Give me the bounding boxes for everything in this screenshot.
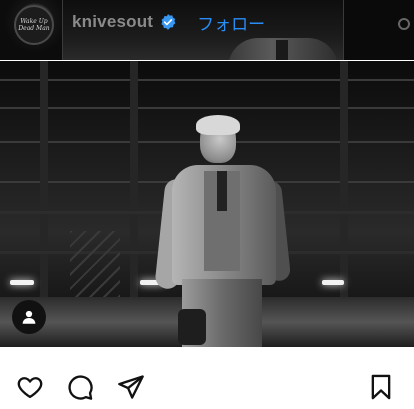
heart-icon: [17, 377, 43, 399]
thumbnail-figure-tie: [276, 40, 288, 60]
next-post-thumbnail[interactable]: [344, 0, 414, 60]
circle-icon: [398, 18, 410, 30]
account-row: knivesout フォロー: [72, 10, 265, 35]
account-avatar[interactable]: Wake Up Dead Man: [14, 5, 54, 45]
like-button[interactable]: [15, 372, 45, 402]
stage-light: [10, 280, 34, 285]
post-image[interactable]: [0, 61, 414, 347]
verified-badge-icon: [159, 13, 177, 31]
share-button[interactable]: [116, 372, 146, 402]
previous-post-thumbnail[interactable]: Wake Up Dead Man: [0, 0, 62, 60]
paper-plane-icon: [118, 375, 144, 399]
standing-man-figure: [154, 115, 292, 347]
bookmark-icon: [371, 374, 391, 400]
post-header-strip: Wake Up Dead Man knivesout フォロー: [0, 0, 414, 60]
comment-bubble-icon: [68, 375, 93, 400]
avatar-logo-text: Wake Up Dead Man: [18, 18, 50, 32]
pillar: [340, 61, 348, 311]
post-action-bar: [0, 347, 414, 409]
pillar: [130, 61, 138, 311]
figure-tie: [217, 171, 227, 211]
pillar: [40, 61, 48, 311]
follow-button[interactable]: フォロー: [197, 10, 265, 35]
figure-hat: [178, 309, 206, 345]
username-link[interactable]: knivesout: [72, 12, 153, 32]
stage-light: [322, 280, 344, 285]
ceiling-beam: [0, 107, 414, 109]
save-button[interactable]: [366, 372, 396, 402]
figure-hair: [196, 115, 240, 135]
user-tag-button[interactable]: [12, 300, 46, 334]
comment-button[interactable]: [65, 372, 95, 402]
ceiling-beam: [0, 79, 414, 81]
user-tag-icon: [22, 310, 36, 324]
